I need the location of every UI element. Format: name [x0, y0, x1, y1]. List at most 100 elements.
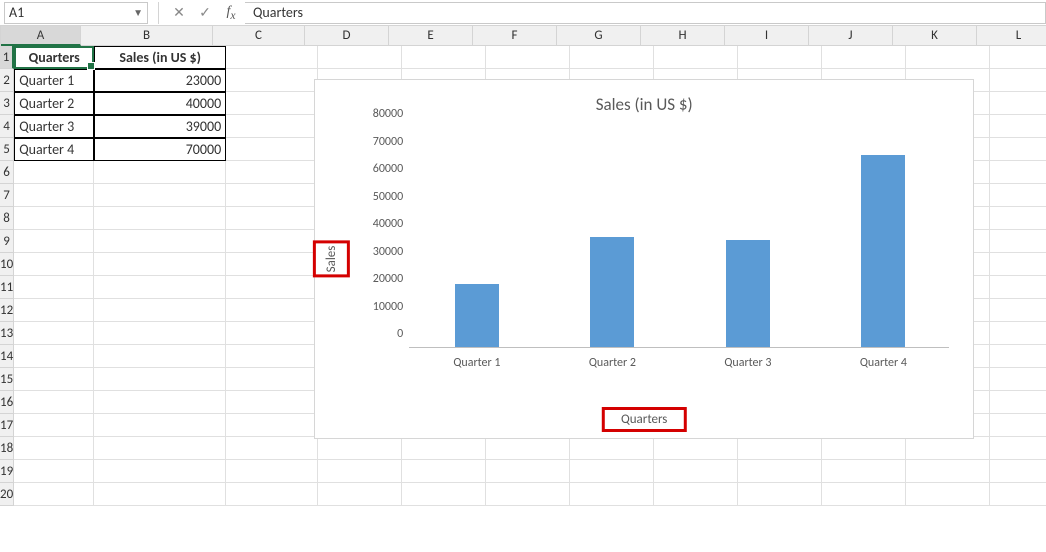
column-header-L[interactable]: L: [977, 26, 1046, 46]
cell-B20[interactable]: [94, 483, 226, 506]
cell-C13[interactable]: [226, 322, 318, 345]
y-axis-label[interactable]: Sales: [313, 241, 350, 278]
cell-B18[interactable]: [94, 437, 226, 460]
cell-F19[interactable]: [486, 460, 570, 483]
cell-L6[interactable]: [990, 161, 1046, 184]
cell-G19[interactable]: [570, 460, 654, 483]
cell-B8[interactable]: [94, 207, 226, 230]
cell-B7[interactable]: [94, 184, 226, 207]
cell-L8[interactable]: [990, 207, 1046, 230]
formula-input[interactable]: Quarters: [245, 2, 1046, 24]
cell-C1[interactable]: [226, 46, 318, 69]
cell-A14[interactable]: [14, 345, 94, 368]
cell-B17[interactable]: [94, 414, 226, 437]
cell-B19[interactable]: [94, 460, 226, 483]
row-header-12[interactable]: 12: [0, 299, 14, 322]
embedded-chart[interactable]: Sales (in US $) Sales 010000200003000040…: [314, 79, 974, 439]
cell-D20[interactable]: [318, 483, 402, 506]
cell-B3[interactable]: 40000: [94, 92, 226, 115]
chart-bar[interactable]: [726, 240, 770, 347]
cell-H18[interactable]: [654, 437, 738, 460]
cell-L7[interactable]: [990, 184, 1046, 207]
cell-B9[interactable]: [94, 230, 226, 253]
cell-I19[interactable]: [738, 460, 822, 483]
cell-C12[interactable]: [226, 299, 318, 322]
select-all-corner[interactable]: [0, 26, 1, 46]
row-header-6[interactable]: 6: [0, 161, 14, 184]
cell-B10[interactable]: [94, 253, 226, 276]
cell-B12[interactable]: [94, 299, 226, 322]
cell-L5[interactable]: [990, 138, 1046, 161]
cell-B15[interactable]: [94, 368, 226, 391]
cell-I18[interactable]: [738, 437, 822, 460]
cell-A11[interactable]: [14, 276, 94, 299]
cell-G1[interactable]: [570, 46, 654, 69]
cell-C4[interactable]: [226, 115, 318, 138]
cell-A6[interactable]: [14, 161, 94, 184]
row-header-9[interactable]: 9: [0, 230, 14, 253]
cell-L17[interactable]: [990, 414, 1046, 437]
cell-A20[interactable]: [14, 483, 94, 506]
cell-A18[interactable]: [14, 437, 94, 460]
cell-A15[interactable]: [14, 368, 94, 391]
cell-A9[interactable]: [14, 230, 94, 253]
cell-K20[interactable]: [906, 483, 990, 506]
cell-L15[interactable]: [990, 368, 1046, 391]
row-header-10[interactable]: 10: [0, 253, 14, 276]
cell-K19[interactable]: [906, 460, 990, 483]
column-header-J[interactable]: J: [809, 26, 893, 46]
cell-B6[interactable]: [94, 161, 226, 184]
row-header-13[interactable]: 13: [0, 322, 14, 345]
cell-J19[interactable]: [822, 460, 906, 483]
cell-C8[interactable]: [226, 207, 318, 230]
cell-C14[interactable]: [226, 345, 318, 368]
cell-L9[interactable]: [990, 230, 1046, 253]
column-header-G[interactable]: G: [557, 26, 641, 46]
chart-bar[interactable]: [455, 284, 499, 347]
cell-J20[interactable]: [822, 483, 906, 506]
cell-L16[interactable]: [990, 391, 1046, 414]
cell-A1[interactable]: Quarters: [14, 46, 94, 69]
row-header-4[interactable]: 4: [0, 115, 14, 138]
cell-A16[interactable]: [14, 391, 94, 414]
cell-A5[interactable]: Quarter 4: [14, 138, 94, 161]
cell-I20[interactable]: [738, 483, 822, 506]
column-header-I[interactable]: I: [725, 26, 809, 46]
cell-C10[interactable]: [226, 253, 318, 276]
cell-A3[interactable]: Quarter 2: [14, 92, 94, 115]
cancel-icon[interactable]: ✕: [171, 4, 187, 21]
cell-A12[interactable]: [14, 299, 94, 322]
cell-J1[interactable]: [822, 46, 906, 69]
row-header-11[interactable]: 11: [0, 276, 14, 299]
cell-K18[interactable]: [906, 437, 990, 460]
column-header-B[interactable]: B: [81, 26, 213, 46]
cell-E1[interactable]: [402, 46, 486, 69]
chart-bar[interactable]: [861, 155, 905, 348]
cell-L13[interactable]: [990, 322, 1046, 345]
cell-L3[interactable]: [990, 92, 1046, 115]
chart-title[interactable]: Sales (in US $): [315, 94, 973, 115]
name-box[interactable]: A1 ▼: [4, 2, 148, 24]
row-header-17[interactable]: 17: [0, 414, 14, 437]
cell-L11[interactable]: [990, 276, 1046, 299]
cell-E20[interactable]: [402, 483, 486, 506]
cell-D18[interactable]: [318, 437, 402, 460]
row-header-19[interactable]: 19: [0, 460, 14, 483]
row-header-1[interactable]: 1: [0, 46, 14, 69]
cell-B2[interactable]: 23000: [94, 69, 226, 92]
cell-C11[interactable]: [226, 276, 318, 299]
cell-H1[interactable]: [654, 46, 738, 69]
cell-H20[interactable]: [654, 483, 738, 506]
cell-A7[interactable]: [14, 184, 94, 207]
cell-I1[interactable]: [738, 46, 822, 69]
row-header-20[interactable]: 20: [0, 483, 14, 506]
cell-E19[interactable]: [402, 460, 486, 483]
cell-B16[interactable]: [94, 391, 226, 414]
cell-B5[interactable]: 70000: [94, 138, 226, 161]
cell-G18[interactable]: [570, 437, 654, 460]
x-axis-label[interactable]: Quarters: [602, 407, 686, 432]
fx-icon[interactable]: fx: [223, 4, 239, 22]
cell-A19[interactable]: [14, 460, 94, 483]
cell-C15[interactable]: [226, 368, 318, 391]
cell-L12[interactable]: [990, 299, 1046, 322]
